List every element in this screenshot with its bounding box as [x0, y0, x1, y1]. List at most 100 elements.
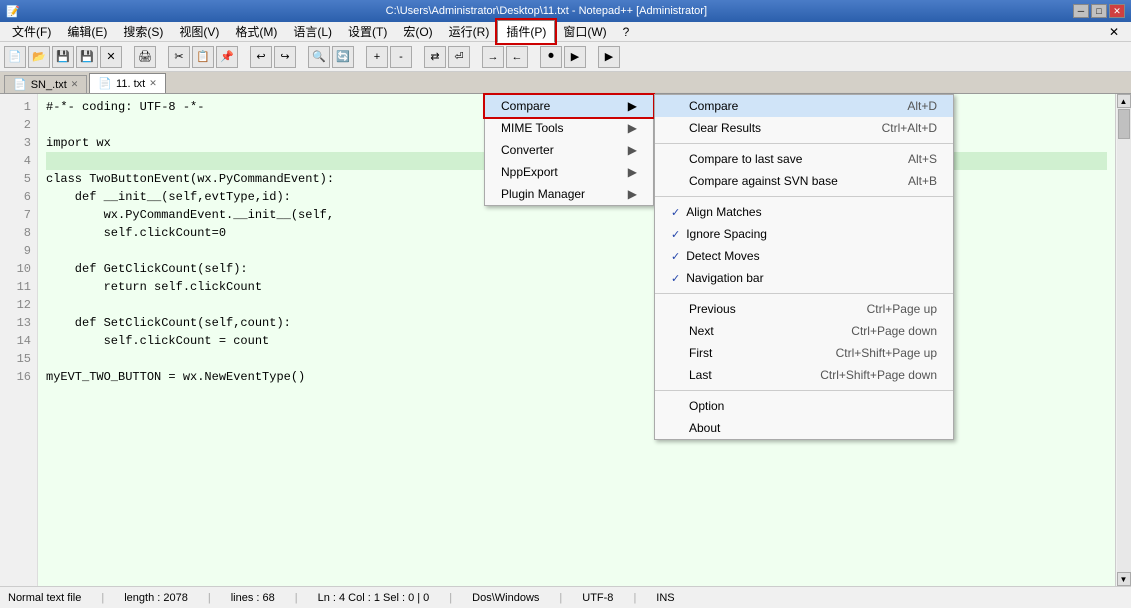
scrollbar[interactable]: ▲ ▼: [1115, 94, 1131, 586]
menu-file[interactable]: 文件(F): [4, 21, 59, 42]
tab-11-close[interactable]: ✕: [149, 78, 157, 89]
menu-format[interactable]: 格式(M): [227, 21, 285, 42]
menu-plugins[interactable]: 插件(P): [497, 20, 555, 43]
tab-sn-icon: 📄: [13, 78, 27, 91]
status-bar: Normal text file | length : 2078 | lines…: [0, 586, 1131, 608]
compare-svn-shortcut: Alt+B: [908, 174, 937, 188]
toolbar-paste[interactable]: 📌: [216, 46, 238, 68]
status-mode: INS: [656, 592, 674, 604]
menu-compare[interactable]: Compare ▶: [485, 95, 653, 117]
status-lines: lines : 68: [231, 592, 275, 604]
menu-edit[interactable]: 编辑(E): [59, 21, 115, 42]
tab-11[interactable]: 📄 11. txt ✕: [89, 73, 165, 93]
submenu-ignore-spacing[interactable]: ✓Ignore Spacing: [655, 223, 953, 245]
submenu-first[interactable]: First Ctrl+Shift+Page up: [655, 342, 953, 364]
toolbar-open[interactable]: 📂: [28, 46, 50, 68]
toolbar-undo[interactable]: ↩: [250, 46, 272, 68]
submenu-compare[interactable]: Compare Alt+D: [655, 95, 953, 117]
toolbar: 📄 📂 💾 💾 ✕ 🖨 ✂ 📋 📌 ↩ ↪ 🔍 🔄 + - ⇄ ⏎ → ← ⏺ …: [0, 42, 1131, 72]
submenu-previous[interactable]: Previous Ctrl+Page up: [655, 298, 953, 320]
menu-run[interactable]: 运行(R): [441, 21, 498, 42]
toolbar-saveall[interactable]: 💾: [76, 46, 98, 68]
menu-converter[interactable]: Converter ▶: [485, 139, 653, 161]
submenu-compare-last-save[interactable]: Compare to last save Alt+S: [655, 148, 953, 170]
toolbar-zoomout[interactable]: -: [390, 46, 412, 68]
toolbar-wordwrap[interactable]: ⏎: [448, 46, 470, 68]
detect-moves-check: ✓: [671, 251, 680, 263]
compare-svn-label: Compare against SVN base: [689, 174, 838, 188]
last-label: Last: [689, 368, 712, 382]
toolbar-sync-scroll[interactable]: ⇄: [424, 46, 446, 68]
status-file-type: Normal text file: [8, 592, 81, 604]
scroll-thumb[interactable]: [1118, 109, 1130, 139]
submenu-navigation-bar[interactable]: ✓Navigation bar: [655, 267, 953, 289]
menu-language[interactable]: 语言(L): [285, 21, 340, 42]
menu-nppexport[interactable]: NppExport ▶: [485, 161, 653, 183]
status-length: length : 2078: [124, 592, 188, 604]
menu-mime-tools[interactable]: MIME Tools ▶: [485, 117, 653, 139]
toolbar-indent[interactable]: →: [482, 46, 504, 68]
title-bar-controls: ─ □ ✕: [1073, 4, 1125, 18]
submenu-compare-svn[interactable]: Compare against SVN base Alt+B: [655, 170, 953, 192]
menu-settings[interactable]: 设置(T): [340, 21, 395, 42]
toolbar-find[interactable]: 🔍: [308, 46, 330, 68]
toolbar-run[interactable]: ▶: [598, 46, 620, 68]
title-bar: 📝 C:\Users\Administrator\Desktop\11.txt …: [0, 0, 1131, 22]
clear-results-shortcut: Ctrl+Alt+D: [882, 121, 937, 135]
toolbar-save[interactable]: 💾: [52, 46, 74, 68]
toolbar-replace[interactable]: 🔄: [332, 46, 354, 68]
submenu-next[interactable]: Next Ctrl+Page down: [655, 320, 953, 342]
submenu-clear-results[interactable]: Clear Results Ctrl+Alt+D: [655, 117, 953, 139]
menu-help[interactable]: ?: [615, 23, 638, 41]
toolbar-cut[interactable]: ✂: [168, 46, 190, 68]
toolbar-redo[interactable]: ↪: [274, 46, 296, 68]
menu-macro[interactable]: 宏(O): [395, 21, 440, 42]
scroll-track[interactable]: [1117, 108, 1131, 572]
close-x[interactable]: ✕: [1101, 23, 1127, 41]
toolbar-macro-record[interactable]: ⏺: [540, 46, 562, 68]
mime-tools-label: MIME Tools: [501, 121, 563, 135]
tab-sn[interactable]: 📄 SN_.txt ✕: [4, 75, 87, 93]
nppexport-arrow: ▶: [628, 165, 637, 179]
plugin-manager-arrow: ▶: [628, 187, 637, 201]
navigation-bar-check: ✓: [671, 273, 680, 285]
close-button[interactable]: ✕: [1109, 4, 1125, 18]
status-cursor: Ln : 4 Col : 1 Sel : 0 | 0: [318, 592, 430, 604]
submenu-last[interactable]: Last Ctrl+Shift+Page down: [655, 364, 953, 386]
tab-11-icon: 📄: [98, 77, 112, 90]
submenu-option[interactable]: Option: [655, 395, 953, 417]
compare-submenu: Compare Alt+D Clear Results Ctrl+Alt+D C…: [654, 94, 954, 440]
compare-last-save-label: Compare to last save: [689, 152, 802, 166]
menu-search[interactable]: 搜索(S): [115, 21, 171, 42]
toolbar-unindent[interactable]: ←: [506, 46, 528, 68]
submenu-compare-shortcut: Alt+D: [907, 99, 937, 113]
ignore-spacing-label: Ignore Spacing: [686, 227, 767, 241]
next-shortcut: Ctrl+Page down: [851, 324, 937, 338]
scroll-down[interactable]: ▼: [1117, 572, 1131, 586]
submenu-detect-moves[interactable]: ✓Detect Moves: [655, 245, 953, 267]
tab-sn-close[interactable]: ✕: [71, 79, 79, 90]
toolbar-print[interactable]: 🖨: [134, 46, 156, 68]
tab-bar: 📄 SN_.txt ✕ 📄 11. txt ✕: [0, 72, 1131, 94]
submenu-about[interactable]: About: [655, 417, 953, 439]
toolbar-zoomin[interactable]: +: [366, 46, 388, 68]
submenu-compare-label: Compare: [689, 99, 738, 113]
compare-last-save-shortcut: Alt+S: [908, 152, 937, 166]
plugins-dropdown: Compare ▶ MIME Tools ▶ Converter ▶ NppEx…: [484, 94, 654, 206]
converter-arrow: ▶: [628, 143, 637, 157]
toolbar-copy[interactable]: 📋: [192, 46, 214, 68]
scroll-up[interactable]: ▲: [1117, 94, 1131, 108]
menu-view[interactable]: 视图(V): [171, 21, 227, 42]
menu-plugin-manager[interactable]: Plugin Manager ▶: [485, 183, 653, 205]
menu-bar: 文件(F) 编辑(E) 搜索(S) 视图(V) 格式(M) 语言(L) 设置(T…: [0, 22, 1131, 42]
minimize-button[interactable]: ─: [1073, 4, 1089, 18]
menu-window[interactable]: 窗口(W): [555, 21, 614, 42]
maximize-button[interactable]: □: [1091, 4, 1107, 18]
toolbar-macro-play[interactable]: ▶: [564, 46, 586, 68]
submenu-sep-2: [655, 196, 953, 197]
toolbar-new[interactable]: 📄: [4, 46, 26, 68]
toolbar-close[interactable]: ✕: [100, 46, 122, 68]
submenu-sep-4: [655, 390, 953, 391]
first-shortcut: Ctrl+Shift+Page up: [836, 346, 937, 360]
submenu-align-matches[interactable]: ✓Align Matches: [655, 201, 953, 223]
